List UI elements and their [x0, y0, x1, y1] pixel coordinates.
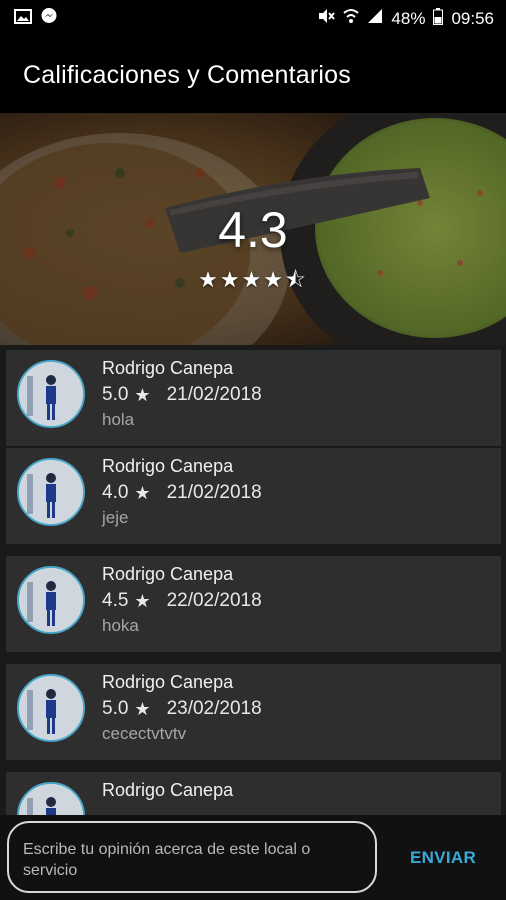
- review-card[interactable]: Rodrigo Canepa 4.0 ★ 21/02/2018 jeje: [6, 448, 501, 544]
- average-rating-stars: ★★★★⯪: [198, 267, 308, 292]
- review-comment: hola: [102, 410, 135, 429]
- review-date: 23/02/2018: [166, 698, 262, 719]
- review-author: Rodrigo Canepa: [102, 456, 234, 476]
- app-bar: Calificaciones y Comentarios: [0, 37, 506, 113]
- review-author: Rodrigo Canepa: [102, 780, 234, 800]
- average-rating: 4.3: [218, 202, 288, 258]
- review-comment: hoka: [102, 616, 139, 635]
- review-author: Rodrigo Canepa: [102, 358, 234, 378]
- battery-icon: [433, 7, 444, 30]
- gallery-icon: [14, 8, 32, 29]
- wifi-icon: [343, 8, 360, 29]
- review-score: 5.0: [102, 698, 129, 719]
- reviews-list[interactable]: Rodrigo Canepa 5.0 ★ 21/02/2018 hola Rodri…: [0, 345, 506, 815]
- star-icon: ★: [134, 698, 151, 719]
- avatar: [17, 566, 85, 634]
- page-title: Calificaciones y Comentarios: [23, 60, 351, 89]
- review-author: Rodrigo Canepa: [102, 672, 234, 692]
- clock: 09:56: [451, 8, 494, 28]
- avatar: [17, 674, 85, 742]
- messenger-icon: [40, 7, 58, 30]
- review-meta: 4.0 ★ 21/02/2018: [102, 482, 262, 504]
- review-meta: 4.5 ★ 22/02/2018: [102, 590, 262, 612]
- review-comment: jeje: [102, 508, 129, 527]
- comment-composer: Escribe tu opinión acerca de este local …: [0, 815, 506, 900]
- battery-percent: 48%: [391, 8, 426, 28]
- avatar: [17, 782, 85, 815]
- review-author: Rodrigo Canepa: [102, 564, 234, 584]
- star-icon: ★: [134, 482, 151, 503]
- review-card[interactable]: Rodrigo Canepa 4.5 ★ 22/02/2018 hoka: [6, 556, 501, 652]
- signal-icon: [367, 8, 383, 29]
- status-bar: 48% 09:56: [0, 0, 506, 37]
- send-button[interactable]: ENVIAR: [410, 848, 476, 868]
- mute-icon: [317, 8, 336, 29]
- review-date: 21/02/2018: [166, 482, 262, 503]
- star-icon: ★: [134, 590, 151, 611]
- review-date: 21/02/2018: [166, 384, 262, 405]
- star-icon: ★: [134, 384, 151, 405]
- review-card[interactable]: Rodrigo Canepa 5.0 ★ 21/02/2018 hola: [6, 350, 501, 446]
- review-comment: cecectvtvtv: [102, 724, 187, 743]
- review-card[interactable]: Rodrigo Canepa: [6, 772, 501, 815]
- review-card[interactable]: Rodrigo Canepa 5.0 ★ 23/02/2018 cecectvtvt…: [6, 664, 501, 760]
- review-meta: 5.0 ★ 21/02/2018: [102, 384, 262, 406]
- review-meta: 5.0 ★ 23/02/2018: [102, 698, 262, 720]
- avatar: [17, 360, 85, 428]
- review-date: 22/02/2018: [166, 590, 262, 611]
- comment-input[interactable]: Escribe tu opinión acerca de este local …: [7, 821, 377, 893]
- avatar: [17, 458, 85, 526]
- review-score: 4.5: [102, 590, 129, 611]
- header-banner: 4.3 ★★★★⯪: [0, 113, 506, 345]
- review-score: 4.0: [102, 482, 129, 503]
- review-score: 5.0: [102, 384, 129, 405]
